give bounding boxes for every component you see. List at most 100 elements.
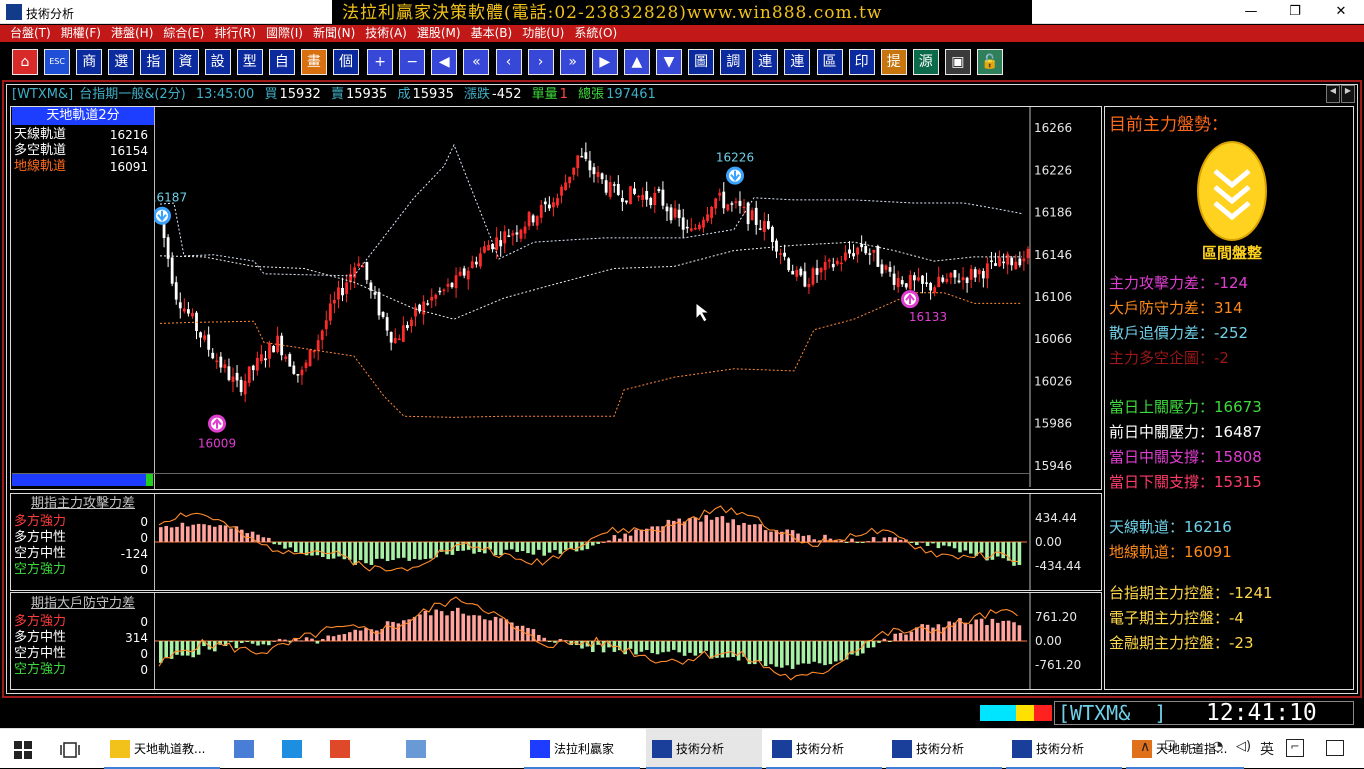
tray-network-icon[interactable]: ☐ (1164, 739, 1176, 754)
close-button[interactable]: ✕ (1318, 0, 1364, 24)
histogram-bar (731, 519, 735, 542)
fast-left-tool-icon[interactable]: « (463, 49, 490, 75)
tray-wifi-icon[interactable]: ◔ (1212, 739, 1223, 754)
attack-panel-title[interactable]: 期指主力攻擊力差 (12, 496, 154, 512)
pattern-tool-icon[interactable]: 型 (236, 49, 263, 75)
source-tool-icon[interactable]: 源 (912, 49, 939, 75)
histogram-bar (299, 640, 303, 642)
individual-tool-icon[interactable]: 個 (333, 49, 359, 75)
minimize-button[interactable]: — (1228, 0, 1274, 24)
taskbar-app-6[interactable]: 技術分析 (646, 729, 762, 769)
candle-body (653, 192, 657, 205)
candle-body (223, 364, 227, 369)
legend-row: 空方強力 0 (14, 662, 152, 678)
histogram-bar (326, 635, 330, 641)
fast-right-tool-icon[interactable]: » (559, 49, 586, 75)
taskbar-app-7[interactable]: 技術分析 (766, 729, 882, 769)
home-tool-icon[interactable]: ⌂ (12, 49, 38, 75)
attack-force-chart[interactable]: 434.44 0.00 -434.44 (155, 494, 1101, 590)
menu-item-9[interactable]: 基本(B) (471, 25, 513, 42)
candle-body (296, 374, 300, 376)
stat-label: 台指期主力控盤： (1109, 584, 1230, 602)
esc-tool-icon[interactable]: ESC (44, 49, 71, 75)
setting-tool-icon[interactable]: 設 (204, 49, 231, 75)
candle-body (178, 302, 182, 309)
histogram-bar (229, 528, 233, 542)
main-legend-title[interactable]: 天地軌道2分 (12, 107, 154, 125)
tray-volume-icon[interactable]: ◁) (1236, 739, 1251, 754)
quote-tool-icon[interactable]: 商 (76, 49, 103, 75)
taskbar-app-8[interactable]: 技術分析 (886, 729, 1002, 769)
menu-item-4[interactable]: 排行(R) (214, 25, 256, 42)
range-tool-icon[interactable]: 區 (816, 49, 843, 75)
legend-label: 多方強力 (14, 514, 67, 529)
taskbar-app-2[interactable] (276, 729, 316, 769)
data-tool-icon[interactable]: 資 (172, 49, 199, 75)
taskbar-app-1[interactable] (228, 729, 268, 769)
histogram-bar (942, 542, 946, 546)
menu-item-10[interactable]: 功能(U) (522, 25, 564, 42)
tray-battery-icon[interactable]: ▭ (1188, 739, 1200, 754)
candle-body (880, 264, 884, 274)
notification-icon[interactable] (1326, 740, 1344, 756)
tray-ime-icon[interactable]: ⌐ (1286, 739, 1304, 757)
down-tool-icon[interactable]: ▼ (656, 49, 682, 75)
menu-item-8[interactable]: 選股(M) (417, 25, 461, 42)
hint-tool-icon[interactable]: 提 (880, 49, 907, 75)
taskbar-app-icon (530, 740, 550, 758)
index-tool-icon[interactable]: 指 (140, 49, 167, 75)
self-tool-icon[interactable]: 自 (268, 49, 295, 75)
stat-label: 當日中關支撐： (1109, 448, 1215, 466)
maximize-button[interactable]: ❐ (1272, 0, 1318, 24)
up-tool-icon[interactable]: ▲ (623, 49, 650, 75)
prev-tool-icon[interactable]: ‹ (495, 49, 522, 75)
menu-item-1[interactable]: 期權(F) (61, 25, 101, 42)
candle-body (251, 365, 255, 371)
defense-force-chart[interactable]: 761.20 0.00 -761.20 (155, 593, 1101, 689)
menu-item-7[interactable]: 技術(A) (365, 25, 407, 42)
menu-item-6[interactable]: 新聞(N) (313, 25, 355, 42)
menu-item-0[interactable]: 台盤(T) (10, 25, 51, 42)
candle-body (702, 219, 705, 228)
status-color-block (980, 705, 998, 721)
adjust-tool-icon[interactable]: 調 (720, 49, 747, 75)
print-tool-icon[interactable]: 印 (848, 49, 875, 75)
taskbar-app-3[interactable] (324, 729, 364, 769)
right-tool-icon[interactable]: ▶ (591, 49, 618, 75)
task-view-icon[interactable] (60, 741, 80, 759)
taskbar-app-5[interactable]: 法拉利贏家 (524, 729, 640, 769)
chart-tool-icon[interactable]: 圖 (688, 49, 715, 75)
link1-tool-icon[interactable]: 連 (752, 49, 779, 75)
histogram-bar (510, 542, 514, 550)
defense-panel-title[interactable]: 期指大戶防守力差 (12, 596, 154, 612)
windows-start-icon[interactable] (14, 741, 32, 759)
draw-tool-icon[interactable]: 畫 (300, 49, 327, 75)
y-axis-tick: 16186 (1034, 206, 1072, 220)
menu-item-11[interactable]: 系統(O) (574, 25, 617, 42)
window-tool-icon[interactable]: ▣ (944, 49, 971, 75)
left-tool-icon[interactable]: ◀ (431, 49, 458, 75)
next-tool-icon[interactable]: › (527, 49, 554, 75)
histogram-bar (456, 542, 460, 551)
taskbar-app-4[interactable] (400, 729, 516, 769)
legend-row: 空方強力 0 (14, 562, 152, 578)
candle-body (207, 334, 211, 350)
scroll-right-button[interactable]: ▶ (1341, 85, 1355, 103)
stat-label: 電子期主力控盤： (1109, 609, 1230, 627)
minus-tool-icon[interactable]: − (399, 49, 426, 75)
plus-tool-icon[interactable]: + (367, 49, 394, 75)
tray-language[interactable]: 英 (1260, 739, 1274, 759)
candlestick-chart[interactable]: 16266 16226 16186 16146 16106 16066 16026 15986… (154, 107, 1100, 487)
candle-body (300, 369, 304, 376)
candle-body (860, 244, 864, 248)
lock-tool-icon[interactable]: 🔓 (977, 49, 1003, 75)
taskbar-app-0[interactable]: 天地軌道教... (104, 729, 220, 769)
tray-chevron-icon[interactable]: ∧ (1140, 739, 1150, 755)
scroll-left-button[interactable]: ◀ (1326, 85, 1340, 103)
link2-tool-icon[interactable]: 連 (784, 49, 811, 75)
select-tool-icon[interactable]: 選 (108, 49, 135, 75)
menu-item-2[interactable]: 港盤(H) (111, 25, 153, 42)
taskbar-app-9[interactable]: 技術分析 (1006, 729, 1122, 769)
menu-item-5[interactable]: 國際(I) (266, 25, 303, 42)
menu-item-3[interactable]: 綜合(E) (163, 25, 204, 42)
